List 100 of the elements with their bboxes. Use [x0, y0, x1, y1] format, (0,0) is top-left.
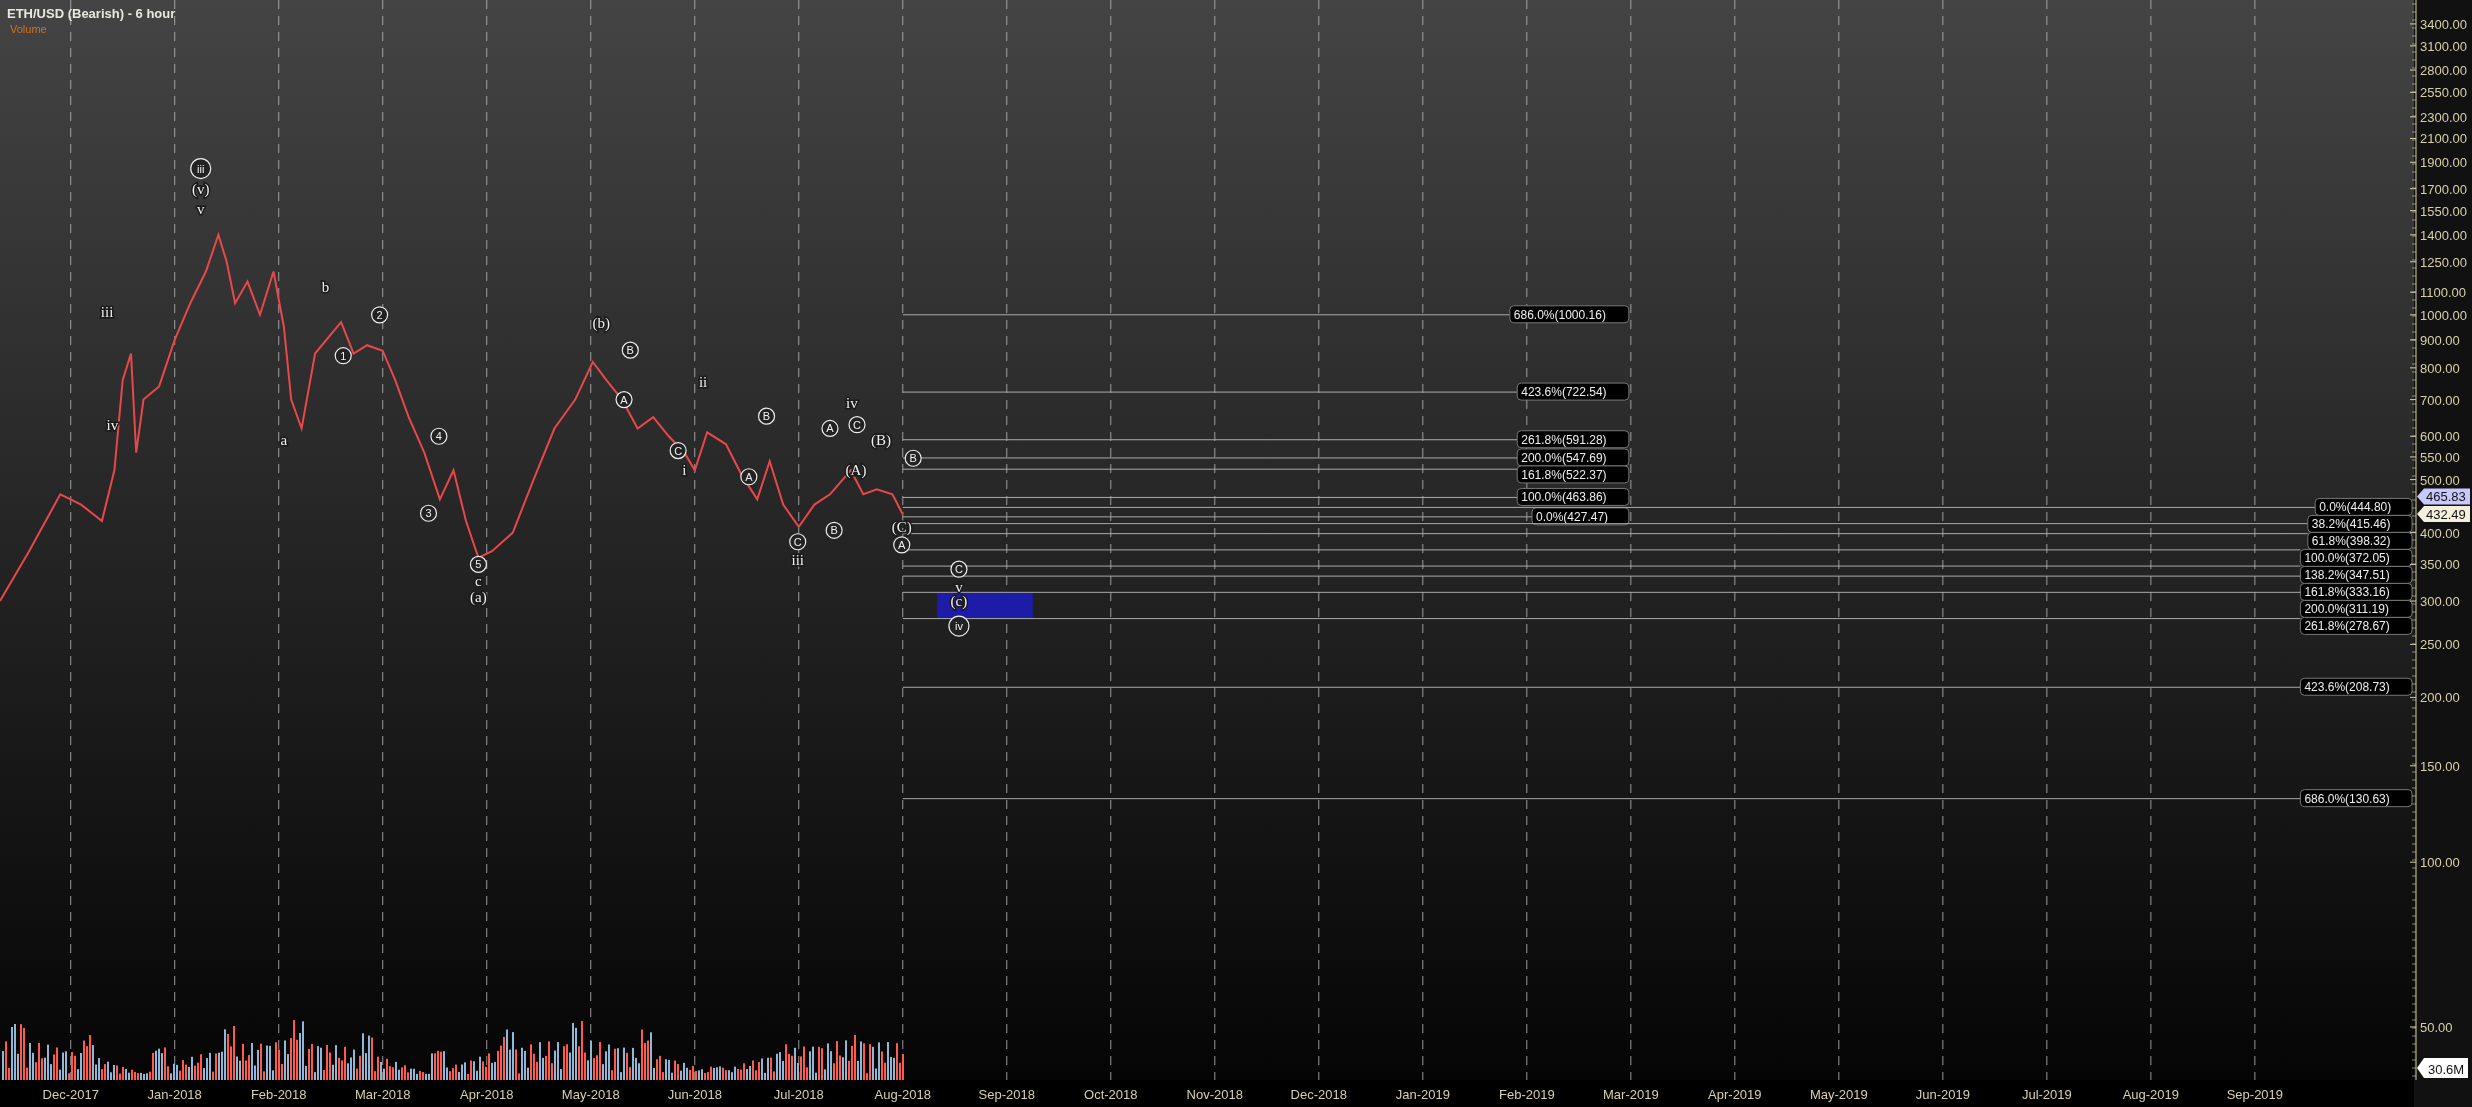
fib-level-label: 261.8%(591.28): [1516, 430, 1630, 449]
fib-level-label: 100.0%(463.86): [1516, 487, 1630, 506]
wave-label: (v): [192, 180, 210, 197]
wave-label: (c): [950, 593, 968, 610]
date-axis-label: Feb-2018: [250, 1087, 307, 1102]
fib-level-label: 161.8%(522.37): [1516, 465, 1630, 484]
price-axis-label: 2800.00: [2420, 63, 2467, 79]
wave-label: v: [197, 201, 205, 218]
fib-level-label: 686.0%(1000.16): [1509, 305, 1630, 324]
wave-label: (A): [845, 462, 867, 479]
date-axis-label: Aug-2018: [874, 1087, 931, 1102]
date-axis-label: Jul-2019: [2021, 1087, 2072, 1102]
price-axis-label: 1250.00: [2420, 254, 2467, 270]
date-axis-label: Dec-2017: [42, 1087, 99, 1102]
price-axis-label: 3400.00: [2420, 16, 2467, 32]
indicator-label: Volume: [10, 23, 47, 35]
price-axis-label: 600.00: [2420, 429, 2460, 445]
wave-label: ii: [698, 374, 708, 391]
fib-level-label: 38.2%(415.46): [2307, 514, 2413, 533]
price-axis-label: 550.00: [2420, 449, 2460, 465]
circled-wave-label: C: [848, 416, 866, 434]
date-axis-label: Sep-2018: [978, 1087, 1035, 1102]
wave-label: i: [682, 462, 687, 479]
price-tag: 465.83: [2417, 488, 2470, 505]
circled-wave-label: B: [904, 449, 922, 467]
price-axis-label: 100.00: [2420, 855, 2460, 871]
fib-level-label: 138.2%(347.51): [2299, 565, 2413, 584]
wave-label: (a): [470, 589, 487, 606]
date-axis-label: Mar-2018: [354, 1087, 411, 1102]
circled-wave-label: C: [950, 560, 968, 578]
price-axis-label: 350.00: [2420, 557, 2460, 573]
wave-label: (C): [891, 518, 912, 535]
date-axis-label: Mar-2019: [1603, 1087, 1659, 1102]
circled-wave-label: C: [789, 533, 807, 551]
date-axis-label: May-2018: [561, 1087, 620, 1102]
wave-label: a: [280, 432, 288, 449]
circled-wave-label: iii: [190, 158, 212, 180]
price-axis-label: 1550.00: [2420, 203, 2467, 219]
price-axis-label: 400.00: [2420, 525, 2460, 541]
price-axis-label: 900.00: [2420, 332, 2460, 348]
price-axis-label: 1700.00: [2420, 181, 2467, 197]
wave-label: (B): [870, 432, 891, 449]
date-axis-label: Apr-2018: [460, 1087, 514, 1102]
date-axis-label: Dec-2018: [1290, 1087, 1347, 1102]
date-axis-label: May-2019: [1809, 1087, 1868, 1102]
wave-label: iii: [100, 304, 114, 321]
chart-title: ETH/USD (Bearish) - 6 hour: [7, 6, 176, 21]
price-axis-label: 500.00: [2420, 472, 2460, 488]
date-axis-label: Jun-2018: [667, 1087, 722, 1102]
date-axis-label: Oct-2018: [1084, 1087, 1138, 1102]
price-axis-label: 2300.00: [2420, 109, 2467, 125]
date-axis-label: Jan-2019: [1395, 1087, 1450, 1102]
fib-level-label: 200.0%(547.69): [1516, 448, 1630, 467]
price-tag: 432.49: [2417, 506, 2470, 523]
date-axis-label: Jan-2018: [147, 1087, 202, 1102]
fib-level-label: 161.8%(333.16): [2299, 582, 2413, 601]
wave-label: b: [321, 278, 330, 295]
circled-wave-label: A: [893, 536, 911, 554]
circled-wave-label: 5: [469, 555, 488, 573]
price-axis-label: 300.00: [2420, 594, 2460, 610]
circled-wave-label: A: [821, 419, 839, 438]
circled-wave-label: 1: [334, 347, 352, 365]
price-axis-label: 200.00: [2420, 690, 2460, 706]
circled-wave-label: C: [669, 441, 687, 460]
fib-level-label: 423.6%(208.73): [2299, 677, 2413, 696]
wave-label: iii: [791, 551, 804, 568]
volume-tag: 30.6M: [2417, 1058, 2468, 1078]
date-axis-label: Aug-2019: [2122, 1087, 2180, 1102]
date-axis-label: Nov-2018: [1186, 1087, 1243, 1102]
fib-level-label: 100.0%(372.05): [2299, 548, 2413, 567]
circled-wave-label: 4: [430, 427, 448, 445]
date-axis-label: Jul-2018: [773, 1087, 824, 1102]
circled-wave-label: A: [615, 391, 633, 409]
price-axis-label: 150.00: [2420, 758, 2460, 774]
price-axis-label: 1900.00: [2420, 155, 2467, 171]
wave-label: v: [955, 579, 963, 596]
circled-wave-label: B: [621, 341, 639, 359]
fib-level-label: 261.8%(278.67): [2299, 616, 2413, 635]
wave-label: iv: [106, 416, 119, 433]
date-axis-label: Apr-2019: [1708, 1087, 1762, 1102]
price-axis-label: 1100.00: [2420, 285, 2467, 301]
wave-label: iv: [846, 395, 858, 412]
wave-label: c: [475, 573, 482, 590]
wave-label: (b): [592, 315, 610, 332]
circled-wave-label: B: [757, 407, 776, 425]
price-axis-label: 250.00: [2420, 637, 2460, 653]
date-axis-label: Sep-2019: [2226, 1087, 2284, 1102]
price-axis-label: 1000.00: [2420, 307, 2467, 323]
circled-wave-label: iv: [948, 615, 970, 637]
fib-level-label: 423.6%(722.54): [1516, 382, 1630, 401]
circled-wave-label: 3: [419, 504, 438, 522]
fib-level-label: 200.0%(311.19): [2299, 599, 2413, 618]
fib-level-label: 686.0%(130.63): [2299, 789, 2413, 808]
circled-wave-label: B: [825, 521, 843, 539]
fib-level-label: 61.8%(398.32): [2307, 531, 2413, 550]
price-axis-label: 2100.00: [2420, 131, 2467, 147]
price-axis-label: 1400.00: [2420, 227, 2467, 243]
price-axis-label: 800.00: [2420, 360, 2460, 376]
price-axis-label: 50.00: [2420, 1019, 2453, 1035]
date-axis-label: Jun-2019: [1915, 1087, 1970, 1102]
